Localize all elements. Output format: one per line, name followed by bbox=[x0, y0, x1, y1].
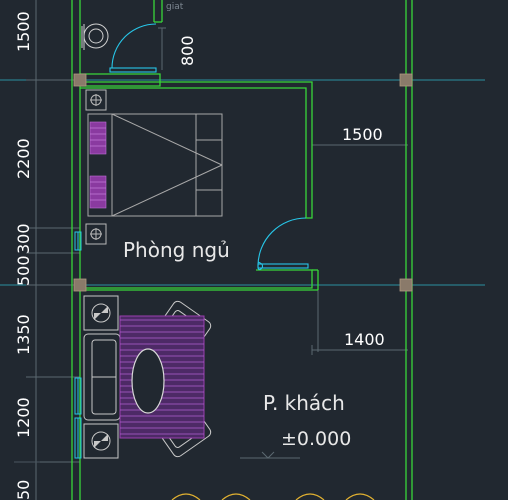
bedroom-door bbox=[257, 217, 309, 271]
dining-chairs bbox=[171, 493, 375, 500]
bathroom-door bbox=[109, 23, 157, 73]
coffee-table bbox=[131, 348, 165, 414]
left-dimension-1200: 1200 bbox=[14, 397, 33, 438]
floor-plan-drawing: giat 800 1500 1400 1500 2200 300 500 135… bbox=[0, 0, 485, 500]
living-right-dimension-label: 1400 bbox=[344, 330, 385, 349]
left-dimension-1500: 1500 bbox=[14, 11, 33, 52]
door-dimension-label: 800 bbox=[178, 35, 197, 66]
left-dimension-1350: 1350 bbox=[14, 314, 33, 355]
bed-pillows bbox=[89, 121, 107, 209]
left-dimension-50: 50 bbox=[14, 480, 33, 500]
double-bed bbox=[87, 113, 223, 217]
level-marker-symbol bbox=[240, 451, 300, 459]
left-dimension-500: 500 bbox=[14, 255, 33, 286]
room-label-living: P. khách bbox=[263, 391, 345, 415]
room-label-bedroom: Phòng ngủ bbox=[123, 238, 230, 262]
left-dimension-2200: 2200 bbox=[14, 138, 33, 179]
bedroom-right-dimension-label: 1500 bbox=[342, 125, 383, 144]
lamp-icons bbox=[85, 89, 107, 245]
left-dimension-300: 300 bbox=[14, 223, 33, 254]
toilet-icon bbox=[81, 23, 109, 50]
fragment-label: giat bbox=[166, 2, 184, 12]
floor-level-label: ±0.000 bbox=[281, 428, 351, 450]
